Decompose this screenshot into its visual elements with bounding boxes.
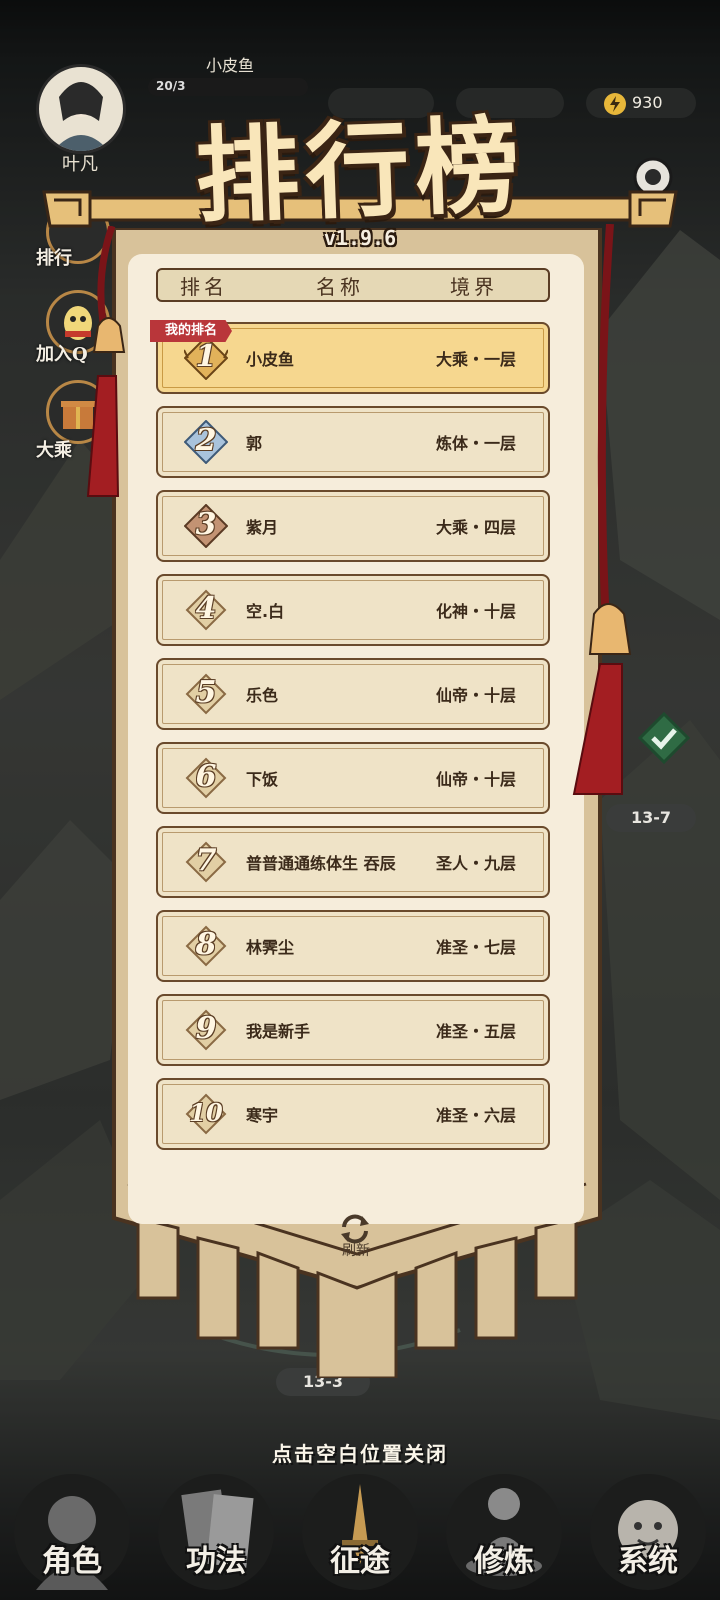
lightning-icon xyxy=(604,93,626,115)
left-tassel-bell-icon xyxy=(86,226,126,497)
nav-system[interactable]: 系统 xyxy=(576,1470,720,1600)
header-name: 名称 xyxy=(316,275,364,299)
realm-cell: 准圣・七层 xyxy=(435,938,516,957)
nav-journey[interactable]: 征途 xyxy=(288,1470,432,1600)
stage-label-right[interactable]: 13-7 xyxy=(606,804,696,832)
realm-cell: 仙帝・十层 xyxy=(435,770,516,789)
player-name-cell: 紫月 xyxy=(246,518,279,537)
player-name-cell: 寒宇 xyxy=(246,1106,279,1125)
nav-skills[interactable]: 功法 xyxy=(144,1470,288,1600)
leaderboard-title: 排行榜 xyxy=(193,103,528,238)
nav-label: 修炼 xyxy=(474,1544,534,1579)
nav-character[interactable]: 角色 xyxy=(0,1470,144,1600)
rank-number: 4 xyxy=(195,591,217,626)
experience-text: 20/3 xyxy=(156,79,186,93)
leaderboard-header: 排名 名称 境界 xyxy=(156,268,550,302)
player-name: 小皮鱼 xyxy=(205,56,254,75)
leaderboard-row[interactable]: 3 紫月 大乘・四层 xyxy=(156,490,550,562)
close-hint-text: 点击空白位置关闭 xyxy=(272,1442,448,1466)
nav-label: 功法 xyxy=(186,1544,246,1579)
avatar-name: 叶凡 xyxy=(62,154,98,175)
rank-number: 6 xyxy=(195,759,217,794)
leaderboard-row[interactable]: 4 空.白 化神・十层 xyxy=(156,574,550,646)
header-rank: 排名 xyxy=(180,275,228,299)
player-name-cell: 下饭 xyxy=(246,770,279,789)
bottom-navigation: 角色 功法 征途 修炼 系统 xyxy=(0,1470,720,1600)
leaderboard-row[interactable]: 8 林霁尘 准圣・七层 xyxy=(156,910,550,982)
realm-cell: 大乘・一层 xyxy=(435,350,516,369)
rank-number: 5 xyxy=(195,675,217,710)
refresh-button-label[interactable]: 刷新 xyxy=(326,1240,386,1260)
realm-cell: 准圣・五层 xyxy=(435,1022,516,1041)
player-name-cell: 郭 xyxy=(246,434,263,453)
rank-number: 9 xyxy=(195,1011,217,1046)
my-rank-tag: 我的排名 xyxy=(150,320,232,342)
nav-label: 角色 xyxy=(42,1544,102,1579)
leaderboard-row[interactable]: 6 下饭 仙帝・十层 xyxy=(156,742,550,814)
realm-cell: 准圣・六层 xyxy=(435,1106,516,1125)
side-label-mahayana: 大乘 xyxy=(36,440,72,461)
cultivator-portrait-icon xyxy=(53,82,109,151)
nav-label: 征途 xyxy=(330,1544,390,1579)
version-label: v1.9.6 xyxy=(323,226,397,250)
realm-cell: 圣人・九层 xyxy=(435,854,516,873)
right-tassel-bell-icon xyxy=(572,224,632,795)
side-label-leaderboard: 排行 xyxy=(36,248,72,269)
realm-cell: 大乘・四层 xyxy=(435,518,516,537)
rank-number: 2 xyxy=(195,423,217,458)
player-avatar[interactable] xyxy=(36,64,126,154)
leaderboard-row[interactable]: 10 寒宇 准圣・六层 xyxy=(156,1078,550,1150)
player-name-cell: 林霁尘 xyxy=(246,938,295,957)
rank-number: 3 xyxy=(195,507,217,542)
player-name-cell: 空.白 xyxy=(246,602,285,621)
rank-number: 8 xyxy=(195,927,217,962)
leaderboard-row[interactable]: 2 郭 炼体・一层 xyxy=(156,406,550,478)
nav-cultivation[interactable]: 修炼 xyxy=(432,1470,576,1600)
player-name-cell: 我是新手 xyxy=(246,1022,311,1041)
leaderboard-row[interactable]: 9 我是新手 准圣・五层 xyxy=(156,994,550,1066)
header-realm: 境界 xyxy=(450,275,498,299)
player-name-cell: 乐色 xyxy=(246,686,279,705)
rank-number: 10 xyxy=(189,1098,223,1127)
realm-cell: 仙帝・十层 xyxy=(435,686,516,705)
player-name-cell: 普普通通练体生 吞辰 xyxy=(246,854,396,873)
energy-value: 930 xyxy=(632,93,663,112)
realm-cell: 化神・十层 xyxy=(435,602,516,621)
realm-cell: 炼体・一层 xyxy=(435,434,516,453)
leaderboard-row[interactable]: 7 普普通通练体生 吞辰 圣人・九层 xyxy=(156,826,550,898)
rank-number: 7 xyxy=(195,843,217,878)
player-name-cell: 小皮鱼 xyxy=(246,350,295,369)
nav-label: 系统 xyxy=(618,1544,678,1579)
leaderboard-row[interactable]: 5 乐色 仙帝・十层 xyxy=(156,658,550,730)
